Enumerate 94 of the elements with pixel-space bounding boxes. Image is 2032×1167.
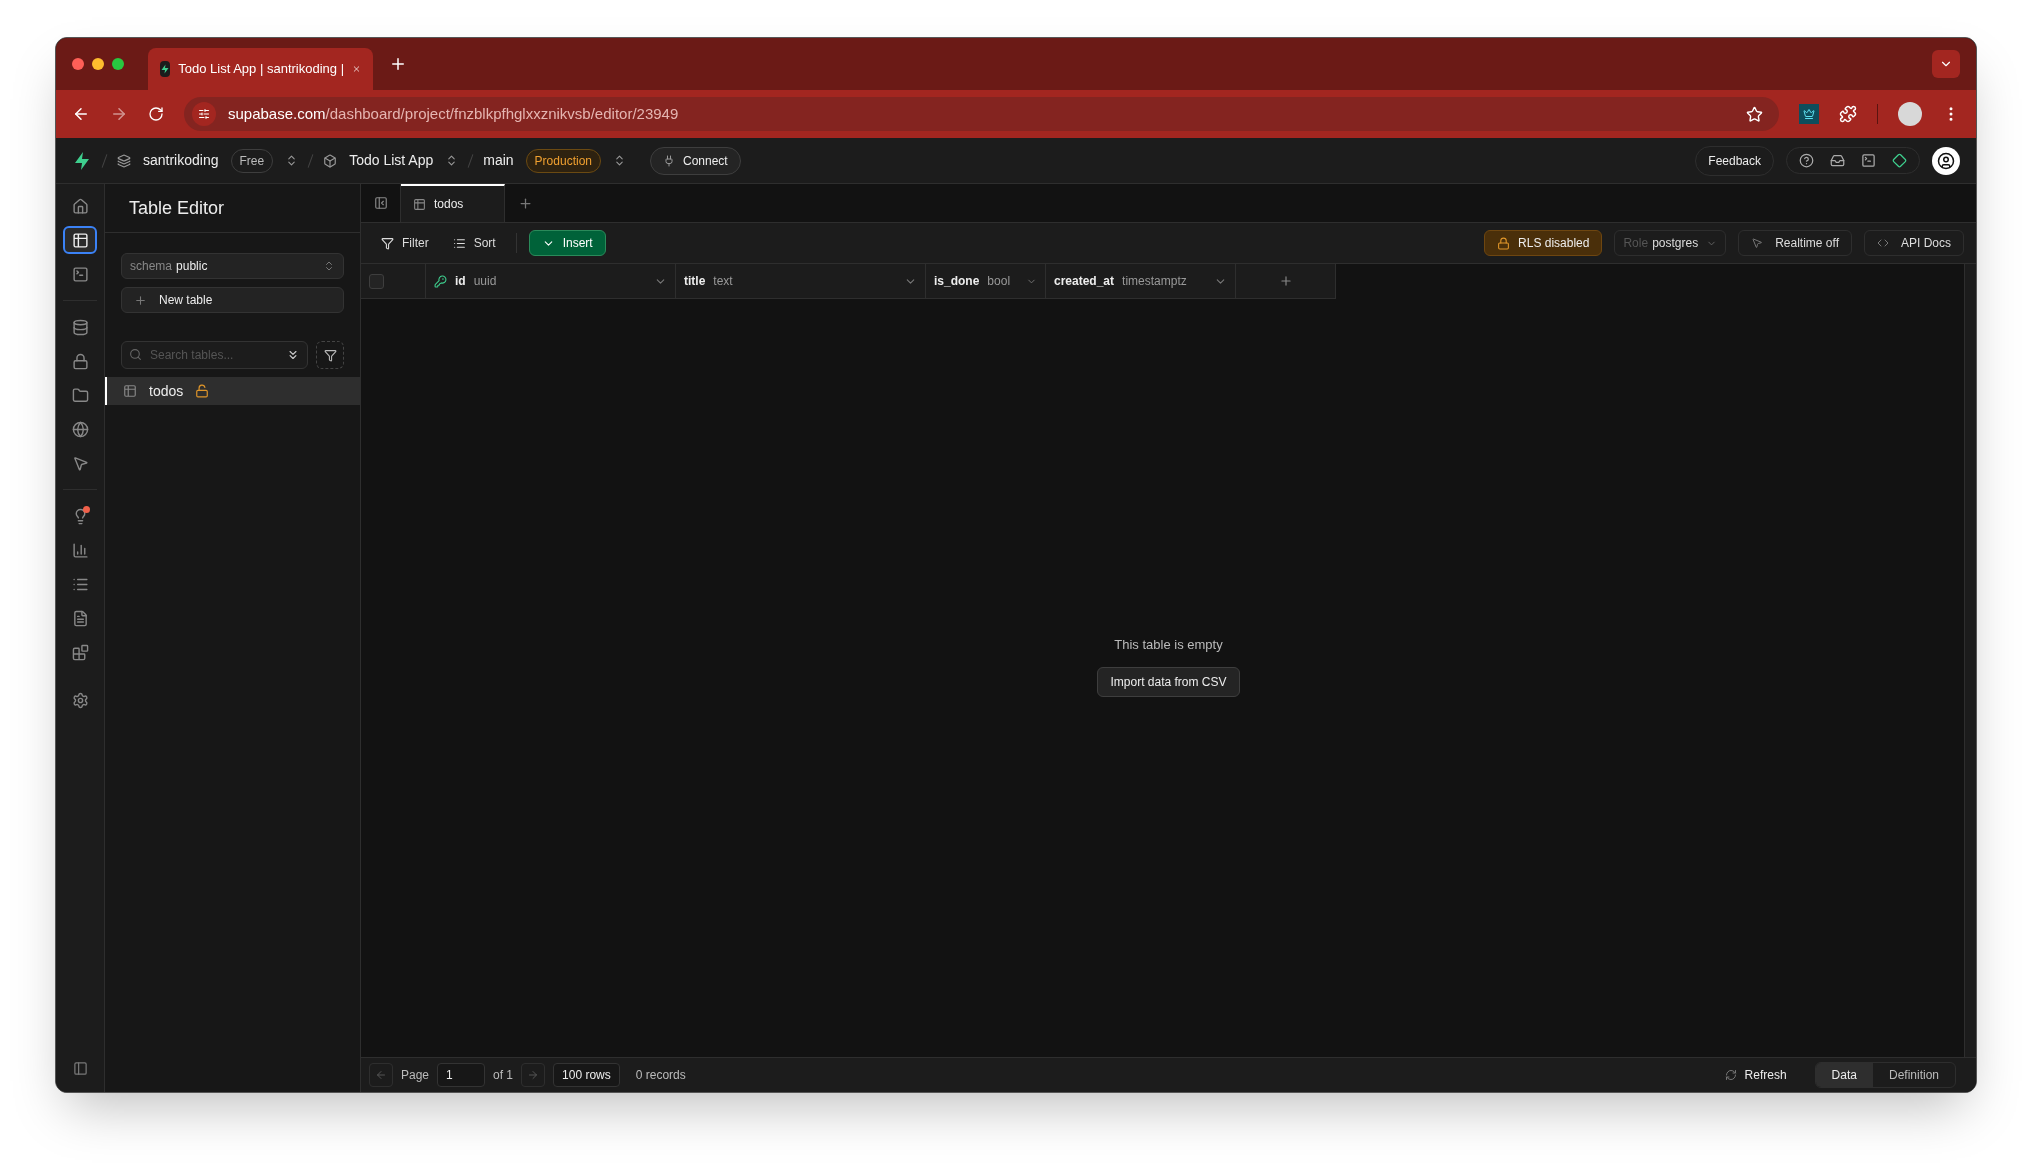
blocks-icon xyxy=(71,643,89,661)
cube-icon xyxy=(323,153,338,168)
bookmark-star-icon[interactable] xyxy=(1746,105,1763,123)
double-chevron-icon[interactable] xyxy=(286,348,300,362)
folder-icon xyxy=(71,386,89,404)
extensions-icon[interactable] xyxy=(1839,105,1857,123)
reload-icon[interactable] xyxy=(148,106,164,122)
back-icon[interactable] xyxy=(72,105,90,123)
plus-icon xyxy=(1278,274,1293,288)
up-down-chevron-icon xyxy=(323,260,335,272)
site-settings-button[interactable] xyxy=(192,102,216,126)
funnel-icon xyxy=(323,348,337,362)
filter-button[interactable]: Filter xyxy=(373,230,437,256)
table-list-item[interactable]: todos xyxy=(105,377,360,405)
page-count: of 1 xyxy=(493,1067,514,1084)
account-avatar[interactable] xyxy=(1932,146,1960,175)
panel-icon xyxy=(373,196,388,210)
table-name: todos xyxy=(149,381,184,401)
import-csv-button[interactable]: Import data from CSV xyxy=(1097,666,1240,697)
list-icon xyxy=(452,236,466,250)
diamond-icon[interactable] xyxy=(1892,153,1907,168)
profile-avatar[interactable] xyxy=(1898,102,1922,126)
search-icon xyxy=(129,348,142,361)
logo-icon[interactable] xyxy=(72,150,92,171)
nav-button[interactable] xyxy=(63,226,97,254)
new-tab-icon[interactable] xyxy=(389,55,407,73)
empty-table-message: This table is empty xyxy=(1114,636,1223,655)
document-icon xyxy=(71,609,89,627)
records-count: 0 records xyxy=(635,1067,686,1084)
plus-icon xyxy=(134,293,147,307)
select-all-checkbox[interactable] xyxy=(369,273,384,289)
view-toggle[interactable]: Data xyxy=(1815,1063,1873,1087)
url-text: supabase.com/dashboard/project/fnzblkpfhglxxznikvsb/editor/23949 xyxy=(228,103,680,124)
filter-button[interactable] xyxy=(316,341,344,369)
scrollbar-track[interactable] xyxy=(1964,264,1976,1057)
refresh-icon xyxy=(1724,1069,1737,1081)
inbox-icon[interactable] xyxy=(1830,153,1845,168)
home-icon xyxy=(71,197,89,215)
role-selector[interactable]: Role postgres xyxy=(1614,230,1727,256)
database-icon xyxy=(71,318,89,336)
crown-extension-button[interactable] xyxy=(1799,104,1819,124)
lock-icon xyxy=(71,352,89,370)
table-icon xyxy=(123,384,137,398)
tab-title: Todo List App | santrikoding | xyxy=(178,60,344,79)
favicon-icon xyxy=(160,61,171,77)
terminal-icon xyxy=(71,265,89,283)
branch-name[interactable]: main xyxy=(483,150,514,171)
settings-icon xyxy=(71,691,89,709)
editor-tab[interactable]: todos xyxy=(401,184,505,222)
browser-tab[interactable]: Todo List App | santrikoding | xyxy=(148,48,373,90)
terminal-icon[interactable] xyxy=(1861,153,1876,168)
page-label: Page xyxy=(401,1067,430,1084)
new-table-button[interactable]: New table xyxy=(121,287,344,313)
schema-selector[interactable]: schema public xyxy=(121,253,344,279)
search-field[interactable]: Search tables... xyxy=(121,341,308,369)
cursor-icon xyxy=(71,454,89,472)
organization-icon xyxy=(117,153,131,168)
sliders-icon xyxy=(198,108,210,120)
realtime-button[interactable]: Realtime off xyxy=(1738,230,1852,256)
bar-chart-icon xyxy=(71,541,89,559)
column-header[interactable]: is_done bool xyxy=(926,264,1046,298)
sort-button[interactable]: Sort xyxy=(444,230,504,256)
user-icon xyxy=(1937,151,1955,170)
collapse-sidebar-icon[interactable] xyxy=(72,1061,88,1076)
project-name[interactable]: Todo List App xyxy=(349,150,434,171)
funnel-icon xyxy=(381,236,394,250)
column-header[interactable]: title text xyxy=(676,264,926,298)
plus-icon xyxy=(517,195,533,211)
globe-icon xyxy=(71,420,89,438)
column-header[interactable]: created_at timestamptz xyxy=(1046,264,1236,298)
view-toggle[interactable]: Definition xyxy=(1872,1063,1955,1087)
sidebar-title: Table Editor xyxy=(129,196,225,220)
arrow-right-icon xyxy=(527,1069,540,1081)
plug-icon xyxy=(663,154,675,167)
api-docs-button[interactable]: API Docs xyxy=(1864,230,1964,256)
column-header[interactable]: id uuid xyxy=(426,264,676,298)
refresh-button[interactable]: Refresh xyxy=(1716,1066,1795,1084)
tab-list-button[interactable] xyxy=(1932,50,1960,78)
switcher-icon[interactable] xyxy=(613,154,626,167)
rows-per-page-button[interactable]: 100 rows xyxy=(553,1063,620,1087)
address-bar[interactable]: supabase.com/dashboard/project/fnzblkpfhglxxznikvsb/editor/23949 xyxy=(184,97,1779,131)
environment-badge: Production xyxy=(525,148,601,173)
cursor-icon xyxy=(1751,237,1764,249)
connect-button[interactable]: Connect xyxy=(650,146,741,175)
organization-name[interactable]: santrikoding xyxy=(143,150,219,171)
page-field[interactable]: 1 xyxy=(437,1063,486,1087)
table-icon xyxy=(71,231,89,249)
help-icon[interactable] xyxy=(1799,153,1814,168)
crown-icon xyxy=(1803,108,1815,120)
lock-icon xyxy=(1497,236,1511,250)
insert-button[interactable]: Insert xyxy=(528,230,606,256)
code-icon xyxy=(1877,237,1889,249)
table-icon xyxy=(413,197,426,211)
arrow-left-icon xyxy=(375,1069,387,1081)
